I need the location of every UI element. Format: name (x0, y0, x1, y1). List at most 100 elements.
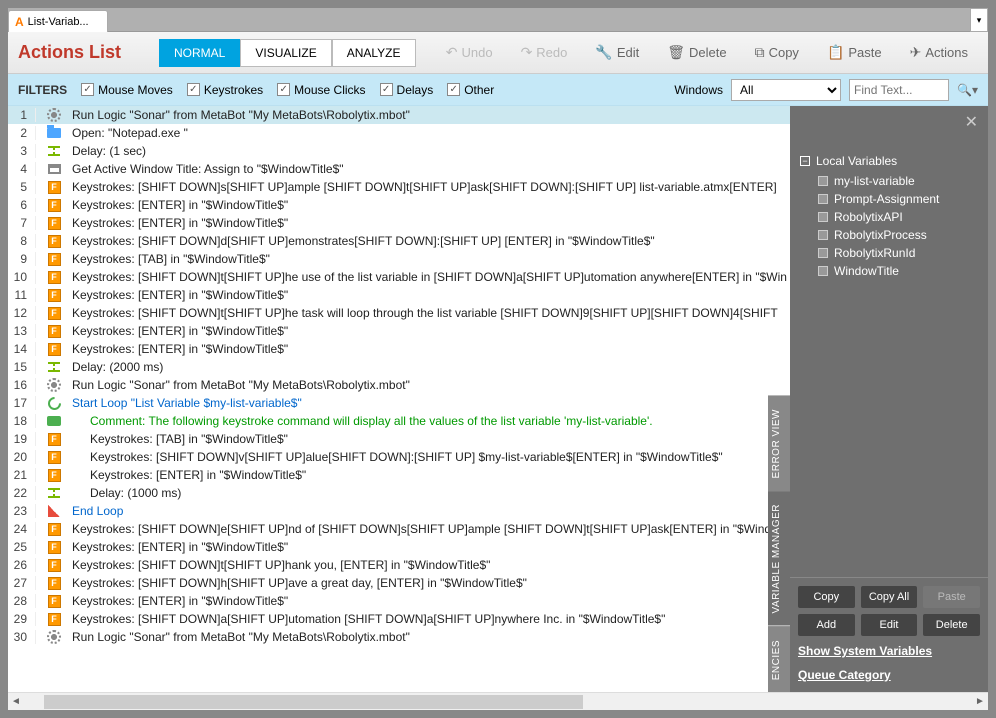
side-tab-error-view[interactable]: ERROR VIEW (768, 395, 790, 490)
filter-delays[interactable]: ✓Delays (380, 83, 434, 97)
tab-list-variable[interactable]: A List-Variab... (8, 10, 108, 32)
show-system-variables-link[interactable]: Show System Variables (798, 642, 980, 660)
find-text-input[interactable] (849, 79, 949, 101)
action-line[interactable]: 23End Loop (8, 502, 790, 520)
action-line[interactable]: 18Comment: The following keystroke comma… (8, 412, 790, 430)
horizontal-scrollbar[interactable]: ◄ ► (8, 692, 988, 710)
variables-tree: − Local Variables my-list-variable Prompt… (790, 106, 988, 577)
action-line[interactable]: 2Open: "Notepad.exe " (8, 124, 790, 142)
action-line[interactable]: 20FKeystrokes: [SHIFT DOWN]v[SHIFT UP]al… (8, 448, 790, 466)
queue-category-link[interactable]: Queue Category (798, 666, 980, 684)
action-line[interactable]: 15Delay: (2000 ms) (8, 358, 790, 376)
var-edit-button[interactable]: Edit (861, 614, 918, 636)
filter-mouse-clicks[interactable]: ✓Mouse Clicks (277, 83, 365, 97)
action-line[interactable]: 19FKeystrokes: [TAB] in "$WindowTitle$" (8, 430, 790, 448)
action-line[interactable]: 12FKeystrokes: [SHIFT DOWN]t[SHIFT UP]he… (8, 304, 790, 322)
redo-button[interactable]: ↷Redo (511, 40, 578, 65)
action-line[interactable]: 11FKeystrokes: [ENTER] in "$WindowTitle$… (8, 286, 790, 304)
action-line[interactable]: 7FKeystrokes: [ENTER] in "$WindowTitle$" (8, 214, 790, 232)
folder-icon (44, 128, 64, 138)
tree-root-local-variables[interactable]: − Local Variables (800, 154, 978, 168)
action-line[interactable]: 17Start Loop "List Variable $my-list-var… (8, 394, 790, 412)
variable-item[interactable]: Prompt-Assignment (800, 190, 978, 208)
var-copy-button[interactable]: Copy (798, 586, 855, 608)
line-text: Comment: The following keystroke command… (72, 414, 790, 428)
key-icon: F (44, 559, 64, 572)
action-line[interactable]: 27FKeystrokes: [SHIFT DOWN]h[SHIFT UP]av… (8, 574, 790, 592)
tree-collapse-icon[interactable]: − (800, 156, 810, 166)
key-icon: F (44, 541, 64, 554)
undo-button[interactable]: ↶Undo (436, 40, 503, 65)
var-copy-all-button[interactable]: Copy All (861, 586, 918, 608)
key-icon: F (44, 289, 64, 302)
action-line[interactable]: 25FKeystrokes: [ENTER] in "$WindowTitle$… (8, 538, 790, 556)
undo-icon: ↶ (446, 44, 458, 61)
variable-item[interactable]: WindowTitle (800, 262, 978, 280)
action-line[interactable]: 9FKeystrokes: [TAB] in "$WindowTitle$" (8, 250, 790, 268)
action-line[interactable]: 24FKeystrokes: [SHIFT DOWN]e[SHIFT UP]nd… (8, 520, 790, 538)
action-line[interactable]: 16Run Logic "Sonar" from MetaBot "My Met… (8, 376, 790, 394)
windows-label: Windows (674, 83, 723, 97)
paste-button[interactable]: 📋Paste (817, 40, 892, 65)
filter-keystrokes[interactable]: ✓Keystrokes (187, 83, 263, 97)
action-line[interactable]: 10FKeystrokes: [SHIFT DOWN]t[SHIFT UP]he… (8, 268, 790, 286)
action-line[interactable]: 8FKeystrokes: [SHIFT DOWN]d[SHIFT UP]emo… (8, 232, 790, 250)
search-icon[interactable]: 🔍▾ (957, 83, 978, 97)
variable-item[interactable]: RobolytixAPI (800, 208, 978, 226)
variable-label: Prompt-Assignment (834, 192, 939, 206)
action-line[interactable]: 22Delay: (1000 ms) (8, 484, 790, 502)
copy-button[interactable]: ⧉Copy (745, 40, 809, 65)
mode-visualize-button[interactable]: VISUALIZE (240, 39, 331, 67)
copy-icon: ⧉ (755, 44, 765, 61)
var-add-button[interactable]: Add (798, 614, 855, 636)
line-text: Keystrokes: [SHIFT DOWN]t[SHIFT UP]he ta… (72, 306, 790, 320)
key-icon: F (44, 253, 64, 266)
filter-mouse-moves[interactable]: ✓Mouse Moves (81, 83, 173, 97)
action-line[interactable]: 26FKeystrokes: [SHIFT DOWN]t[SHIFT UP]ha… (8, 556, 790, 574)
action-line[interactable]: 13FKeystrokes: [ENTER] in "$WindowTitle$… (8, 322, 790, 340)
line-number: 8 (8, 234, 36, 248)
action-line[interactable]: 3Delay: (1 sec) (8, 142, 790, 160)
gear-icon (44, 630, 64, 644)
variable-item[interactable]: my-list-variable (800, 172, 978, 190)
key-icon: F (44, 199, 64, 212)
app-logo-icon: A (15, 15, 24, 29)
mode-analyze-button[interactable]: ANALYZE (332, 39, 416, 67)
action-line[interactable]: 1Run Logic "Sonar" from MetaBot "My Meta… (8, 106, 790, 124)
tab-dropdown-button[interactable]: ▾ (970, 8, 988, 32)
windows-select[interactable]: All (731, 79, 841, 101)
side-tabs-rail: ERROR VIEW VARIABLE MANAGER ENCIES (768, 106, 790, 692)
line-text: Open: "Notepad.exe " (72, 126, 790, 140)
key-icon: F (44, 325, 64, 338)
action-line[interactable]: 6FKeystrokes: [ENTER] in "$WindowTitle$" (8, 196, 790, 214)
action-line[interactable]: 30Run Logic "Sonar" from MetaBot "My Met… (8, 628, 790, 646)
line-text: Keystrokes: [ENTER] in "$WindowTitle$" (72, 216, 790, 230)
action-line[interactable]: 28FKeystrokes: [ENTER] in "$WindowTitle$… (8, 592, 790, 610)
clipboard-icon: 📋 (827, 44, 844, 61)
variable-item[interactable]: RobolytixRunId (800, 244, 978, 262)
action-line[interactable]: 4Get Active Window Title: Assign to "$Wi… (8, 160, 790, 178)
actions-code-list[interactable]: 1Run Logic "Sonar" from MetaBot "My Meta… (8, 106, 790, 692)
delete-button[interactable]: 🗑Delete (657, 40, 736, 65)
action-line[interactable]: 21FKeystrokes: [ENTER] in "$WindowTitle$… (8, 466, 790, 484)
close-icon[interactable]: ✕ (965, 112, 978, 132)
var-paste-button[interactable]: Paste (923, 586, 980, 608)
var-delete-button[interactable]: Delete (923, 614, 980, 636)
edit-button[interactable]: 🔧Edit (585, 40, 649, 65)
delay-icon (44, 362, 64, 372)
line-text: Delay: (1000 ms) (72, 486, 790, 500)
variable-item[interactable]: RobolytixProcess (800, 226, 978, 244)
side-tab-variable-manager[interactable]: VARIABLE MANAGER (768, 490, 790, 626)
actions-button[interactable]: ✈Actions (900, 40, 978, 65)
line-text: Run Logic "Sonar" from MetaBot "My MetaB… (72, 630, 790, 644)
line-number: 3 (8, 144, 36, 158)
mode-normal-button[interactable]: NORMAL (159, 39, 240, 67)
filter-other[interactable]: ✓Other (447, 83, 494, 97)
action-line[interactable]: 29FKeystrokes: [SHIFT DOWN]a[SHIFT UP]ut… (8, 610, 790, 628)
side-tab-dependencies[interactable]: ENCIES (768, 626, 790, 692)
action-line[interactable]: 5FKeystrokes: [SHIFT DOWN]s[SHIFT UP]amp… (8, 178, 790, 196)
line-text: Keystrokes: [SHIFT DOWN]e[SHIFT UP]nd of… (72, 522, 790, 536)
action-line[interactable]: 14FKeystrokes: [ENTER] in "$WindowTitle$… (8, 340, 790, 358)
line-number: 17 (8, 396, 36, 410)
line-number: 25 (8, 540, 36, 554)
